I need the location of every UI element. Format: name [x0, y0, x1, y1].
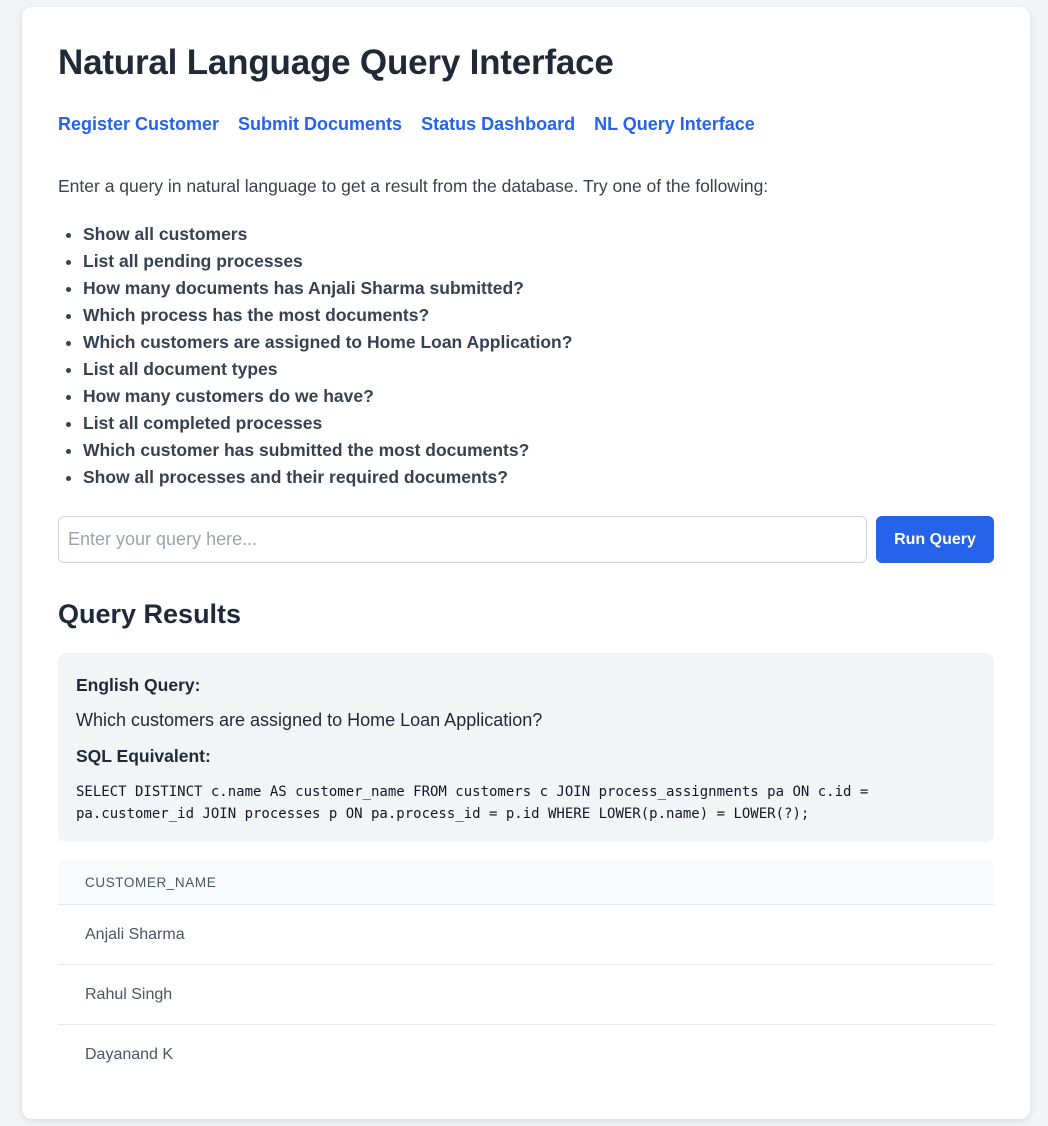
- nav-link-status-dashboard[interactable]: Status Dashboard: [421, 114, 575, 135]
- example-query-item: How many customers do we have?: [83, 383, 572, 410]
- example-query-item: Which customer has submitted the most do…: [83, 437, 572, 464]
- sql-equivalent-label: SQL Equivalent:: [76, 746, 211, 766]
- main-card: Natural Language Query Interface Registe…: [22, 7, 1030, 1119]
- results-heading: Query Results: [58, 599, 242, 629]
- page-title: Natural Language Query Interface: [58, 43, 614, 82]
- nav-link-submit-documents[interactable]: Submit Documents: [238, 114, 402, 135]
- example-query-item: Which process has the most documents?: [83, 302, 572, 329]
- query-form: Run Query: [58, 516, 994, 563]
- english-query-label: English Query:: [76, 675, 201, 695]
- example-query-item: List all completed processes: [83, 410, 572, 437]
- example-query-item: List all document types: [83, 356, 572, 383]
- nav-bar: Register Customer Submit Documents Statu…: [58, 114, 755, 135]
- english-query-text: Which customers are assigned to Home Loa…: [76, 710, 543, 730]
- nav-link-register-customer[interactable]: Register Customer: [58, 114, 219, 135]
- sql-equivalent-text: SELECT DISTINCT c.name AS customer_name …: [76, 784, 869, 822]
- example-queries-list: Show all customers List all pending proc…: [58, 221, 572, 491]
- nav-link-nl-query-interface[interactable]: NL Query Interface: [594, 114, 755, 135]
- table-row: Rahul Singh: [58, 965, 994, 1025]
- example-query-item: List all pending processes: [83, 248, 572, 275]
- example-query-item: Show all customers: [83, 221, 572, 248]
- table-row: Anjali Sharma: [58, 905, 994, 965]
- table-row: Dayanand K: [85, 1046, 174, 1063]
- table-header-customer-name: customer_name: [58, 860, 994, 905]
- query-input[interactable]: [58, 516, 867, 563]
- query-result-box: English Query: Which customers are assig…: [58, 653, 994, 842]
- results-table: customer_name Anjali Sharma Rahul Singh …: [58, 860, 994, 1085]
- example-query-item: Which customers are assigned to Home Loa…: [83, 329, 572, 356]
- intro-text: Enter a query in natural language to get…: [58, 176, 769, 196]
- example-query-item: Show all processes and their required do…: [83, 464, 572, 491]
- example-query-item: How many documents has Anjali Sharma sub…: [83, 275, 572, 302]
- run-query-button[interactable]: Run Query: [876, 516, 994, 563]
